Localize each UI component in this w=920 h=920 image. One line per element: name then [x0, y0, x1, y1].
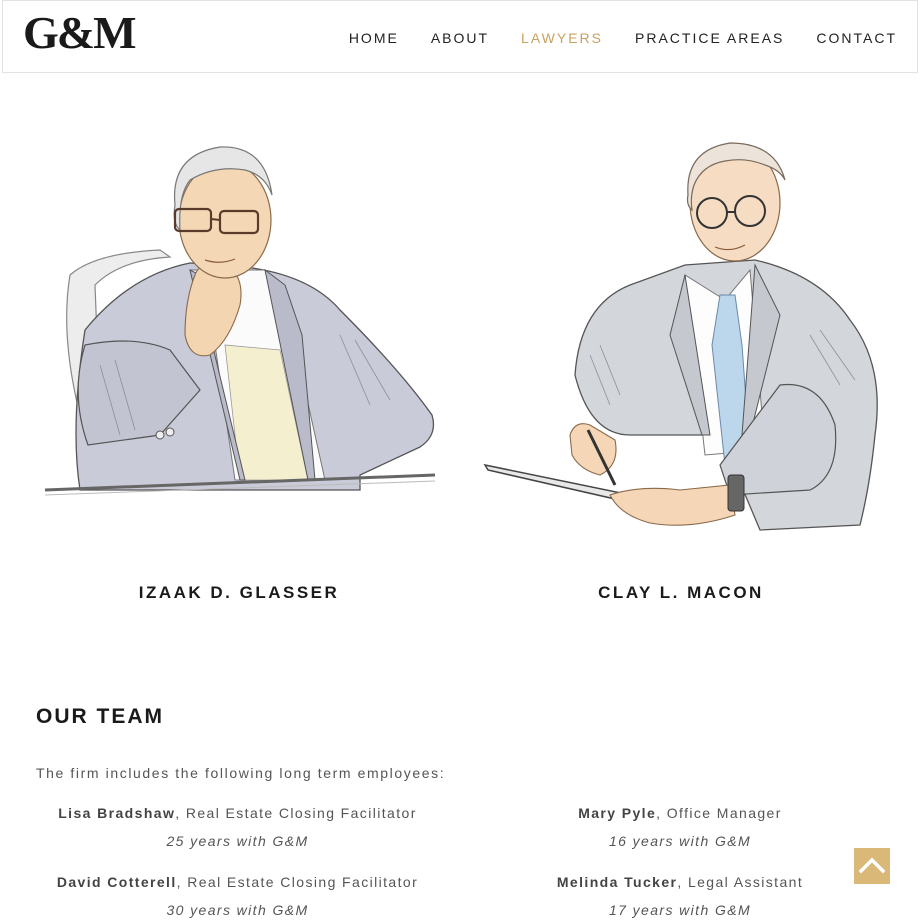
team-member-name: David Cotterell [56, 874, 177, 890]
nav-lawyers[interactable]: LAWYERS [521, 30, 603, 46]
team-member-role: , Legal Assistant [677, 874, 804, 890]
team-intro: The firm includes the following long ter… [36, 765, 446, 781]
logo[interactable]: G&M [23, 7, 137, 59]
nav-about[interactable]: ABOUT [431, 30, 489, 46]
team-member-name: Lisa Bradshaw [58, 805, 176, 821]
team-member: David Cotterell, Real Estate Closing Fac… [30, 874, 445, 918]
team-heading: OUR TEAM [36, 705, 164, 728]
lawyer-name-macon[interactable]: CLAY L. MACON [482, 583, 880, 603]
chevron-up-icon [858, 857, 886, 874]
main-nav: HOME ABOUT LAWYERS PRACTICE AREAS CONTAC… [317, 30, 897, 46]
team-member-years: 17 years with G&M [608, 902, 752, 918]
nav-contact[interactable]: CONTACT [816, 30, 897, 46]
nav-practice-areas[interactable]: PRACTICE AREAS [635, 30, 784, 46]
team-member-years: 25 years with G&M [166, 833, 309, 849]
site-header: G&M HOME ABOUT LAWYERS PRACTICE AREAS CO… [2, 0, 918, 73]
scroll-to-top-button[interactable] [854, 848, 890, 884]
team-member: Lisa Bradshaw, Real Estate Closing Facil… [30, 805, 445, 849]
team-member-name: Melinda Tucker [556, 874, 678, 890]
team-member-name: Mary Pyle [578, 805, 657, 821]
team-member: Melinda Tucker, Legal Assistant 17 years… [470, 874, 890, 918]
portrait-izaak-glasser [40, 135, 445, 535]
team-member-role: , Real Estate Closing Facilitator [175, 805, 417, 821]
team-member: Mary Pyle, Office Manager 16 years with … [470, 805, 890, 849]
team-member-years: 30 years with G&M [166, 902, 309, 918]
team-member-role: , Office Manager [656, 805, 782, 821]
nav-home[interactable]: HOME [349, 30, 399, 46]
team-member-role: , Real Estate Closing Facilitator [176, 874, 419, 890]
lawyer-name-glasser[interactable]: IZAAK D. GLASSER [40, 583, 438, 603]
portrait-clay-macon [480, 135, 885, 545]
team-member-years: 16 years with G&M [608, 833, 752, 849]
